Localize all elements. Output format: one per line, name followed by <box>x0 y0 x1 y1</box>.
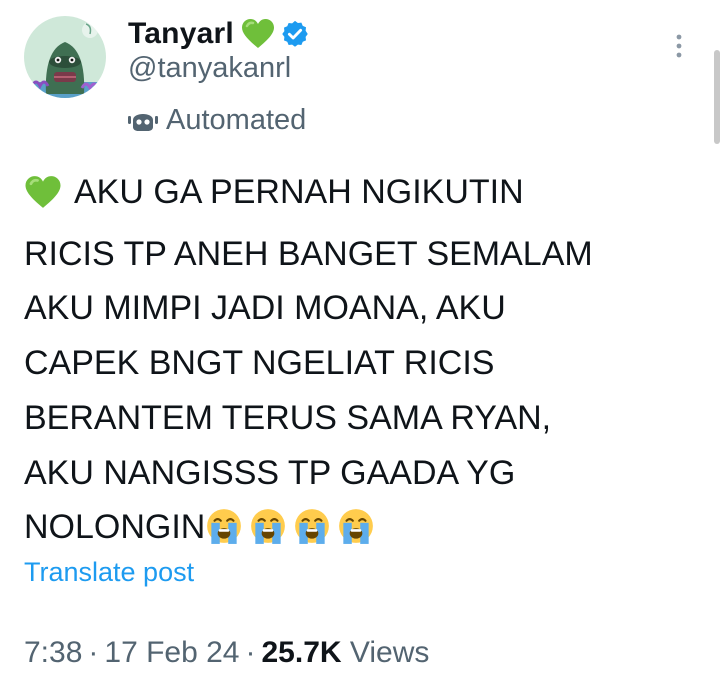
tweet-line: AKU MIMPI JADI MOANA, AKU <box>24 289 506 328</box>
tweet-line: AKU NANGISSS TP GAADA YG <box>24 453 516 492</box>
views-label[interactable]: Views <box>350 636 429 669</box>
tweet-time[interactable]: 7:38 <box>24 636 82 669</box>
automated-label-row[interactable]: Automated <box>128 100 306 140</box>
tweet-line-text: NOLONGIN <box>24 508 206 547</box>
crying-face-icon <box>205 507 243 562</box>
bot-icon <box>128 107 158 133</box>
tweet-line: AKU GA PERNAH NGIKUTIN <box>24 165 700 227</box>
crying-face-icon <box>293 507 331 562</box>
tweet-meta: 7:38 · 17 Feb 24 · 25.7K Views <box>24 636 429 670</box>
avatar[interactable] <box>24 16 106 98</box>
views-count[interactable]: 25.7K <box>262 636 342 669</box>
translate-post-link[interactable]: Translate post <box>24 557 194 588</box>
green-heart-icon <box>241 18 275 50</box>
crying-face-icon <box>337 507 375 562</box>
green-heart-icon <box>24 172 62 227</box>
author-handle[interactable]: @tanyakanrl <box>128 52 291 85</box>
tweet-line: CAPEK BNGT NGELIAT RICIS <box>24 344 495 383</box>
avatar-image <box>24 16 106 98</box>
display-name[interactable]: Tanyarl <box>128 17 234 51</box>
author-name-row[interactable]: Tanyarl <box>128 14 310 54</box>
scrollbar[interactable] <box>714 50 720 144</box>
verified-badge-icon[interactable] <box>280 19 310 49</box>
tweet-line: NOLONGIN <box>24 500 700 562</box>
meta-separator: · <box>88 636 99 669</box>
meta-separator: · <box>245 636 256 669</box>
automated-label: Automated <box>166 103 307 136</box>
tweet-text: AKU GA PERNAH NGIKUTIN RICIS TP ANEH BAN… <box>24 165 700 562</box>
more-options-button[interactable] <box>664 26 694 66</box>
tweet-detail: Tanyarl @tanyakanrl Automated AKU GA PER… <box>0 0 720 688</box>
tweet-line: RICIS TP ANEH BANGET SEMALAM <box>24 234 593 273</box>
crying-face-icon <box>249 507 287 562</box>
more-vertical-icon <box>676 34 682 58</box>
crying-emoji-group <box>205 500 381 562</box>
tweet-line: BERANTEM TERUS SAMA RYAN, <box>24 398 552 437</box>
tweet-line-text: AKU GA PERNAH NGIKUTIN <box>74 173 524 211</box>
tweet-date[interactable]: 17 Feb 24 <box>104 636 239 669</box>
